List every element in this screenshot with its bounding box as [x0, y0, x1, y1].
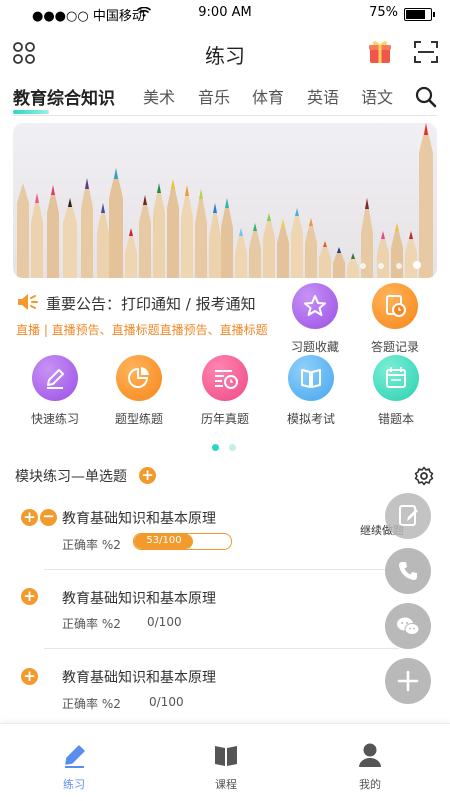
tab-music[interactable]: 音乐	[198, 84, 230, 108]
nav-me-label: 我的	[359, 778, 381, 791]
favorites-label: 习题收藏	[290, 340, 339, 354]
expand-button[interactable]: +	[21, 668, 38, 685]
collapse-button[interactable]: −	[40, 509, 57, 526]
clock-record-icon	[386, 295, 406, 317]
battery-icon	[404, 8, 435, 21]
row-progress: 0/100	[147, 615, 182, 629]
section-title: 模块练习—单选题	[15, 469, 127, 485]
book-icon	[301, 369, 321, 388]
status-bar: ●●●○○ 中国移动 9:00 AM 75%	[0, 0, 450, 28]
plus-icon	[397, 670, 419, 692]
tab-active-indicator	[13, 110, 49, 114]
expand-button[interactable]: +	[21, 588, 38, 605]
banner-dot[interactable]	[378, 263, 384, 269]
mock-exam-label: 模拟考试	[286, 412, 335, 426]
phone-icon	[399, 562, 417, 580]
nav-courses[interactable]: 课程	[196, 742, 256, 797]
row-title[interactable]: 教育基础知识和基本原理	[62, 508, 216, 528]
tab-english[interactable]: 英语	[307, 84, 339, 108]
banner-dot[interactable]	[396, 263, 402, 269]
tabs-divider	[13, 115, 437, 116]
pie-icon	[128, 367, 149, 388]
tab-art[interactable]: 美术	[143, 84, 175, 108]
book-icon	[215, 746, 237, 766]
pencil-icon	[65, 745, 85, 768]
nav-practice-label: 练习	[63, 778, 85, 791]
type-practice-button[interactable]	[116, 355, 162, 401]
records-label: 答题记录	[370, 340, 419, 354]
banner-dot[interactable]	[360, 263, 366, 269]
edit-note-icon	[399, 505, 418, 526]
row-progress: 0/100	[149, 695, 184, 709]
row-divider	[44, 648, 399, 649]
mock-exam-button[interactable]	[288, 355, 334, 401]
user-icon	[359, 743, 381, 767]
quick-practice-label: 快速练习	[30, 412, 79, 426]
pager-dot[interactable]	[229, 444, 236, 451]
search-icon[interactable]	[415, 86, 437, 108]
banner[interactable]	[13, 123, 437, 278]
battery-percent: 75%	[369, 5, 398, 20]
mistakes-label: 错题本	[377, 412, 414, 426]
favorites-button[interactable]	[292, 283, 338, 329]
wechat-icon	[397, 617, 420, 635]
nav-me[interactable]: 我的	[340, 742, 400, 797]
pencils	[17, 123, 433, 278]
list-clock-icon	[215, 370, 238, 389]
progress-bar: 53/100	[133, 533, 232, 550]
speaker-icon	[18, 294, 38, 310]
banner-image	[17, 123, 433, 278]
row-title[interactable]: 教育基础知识和基本原理	[62, 667, 216, 687]
add-module-button[interactable]: +	[139, 467, 156, 484]
pager-dot-active[interactable]	[212, 444, 219, 451]
quick-practice-button[interactable]	[32, 355, 78, 401]
gift-icon[interactable]	[368, 38, 392, 64]
mistakes-button[interactable]	[373, 355, 419, 401]
row-title[interactable]: 教育基础知识和基本原理	[62, 588, 216, 608]
past-exams-label: 历年真题	[200, 412, 249, 426]
expand-button[interactable]: +	[21, 509, 38, 526]
records-button[interactable]	[372, 283, 418, 329]
tab-pe[interactable]: 体育	[252, 84, 284, 108]
bottom-nav: 练习 课程 我的	[0, 723, 450, 801]
continue-button[interactable]	[385, 493, 431, 539]
nav-practice[interactable]: 练习	[44, 742, 104, 797]
add-fab-button[interactable]	[385, 658, 431, 704]
progress-text: 53/100	[146, 535, 182, 546]
nav-courses-label: 课程	[215, 778, 237, 791]
row-accuracy: 正确率 %2	[62, 697, 121, 711]
type-practice-label: 题型练题	[114, 412, 163, 426]
calendar-icon	[386, 367, 406, 388]
past-exams-button[interactable]	[202, 355, 248, 401]
tab-education[interactable]: 教育综合知识	[13, 84, 115, 109]
live-notice[interactable]: 直播 | 直播预告、直播标题直播预告、直播标题	[16, 321, 268, 338]
banner-dot-active[interactable]	[413, 261, 421, 269]
scan-icon[interactable]	[414, 40, 438, 64]
row-divider	[44, 569, 399, 570]
pencil-icon	[47, 369, 64, 389]
row-accuracy: 正确率 %2	[62, 617, 121, 631]
wechat-button[interactable]	[385, 603, 431, 649]
tab-chinese[interactable]: 语文	[361, 84, 393, 108]
settings-icon[interactable]	[414, 466, 434, 486]
row-accuracy: 正确率 %2	[62, 538, 121, 552]
star-icon	[304, 295, 326, 316]
notice-text[interactable]: 重要公告：打印通知 / 报考通知	[46, 293, 256, 314]
phone-button[interactable]	[385, 548, 431, 594]
